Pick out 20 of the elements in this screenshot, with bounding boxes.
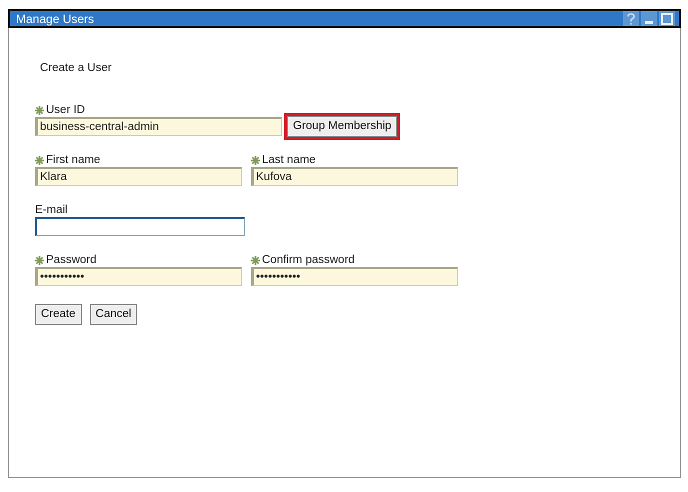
window-title: Manage Users <box>16 12 94 24</box>
cancel-button[interactable]: Cancel <box>90 304 138 326</box>
field-label: Password <box>46 252 96 268</box>
group-membership-button[interactable]: Group Membership <box>287 116 398 138</box>
input-field[interactable]: ••••••••••• <box>251 267 458 286</box>
input-field[interactable]: Klara <box>35 167 242 186</box>
input-field[interactable]: ••••••••••• <box>35 267 242 286</box>
field-label: E-mail <box>35 202 68 218</box>
input-field[interactable]: Kufova <box>251 167 458 186</box>
input-field[interactable]: business-central-admin <box>35 117 282 136</box>
help-icon[interactable] <box>623 11 639 26</box>
field-label: Last name <box>262 152 316 168</box>
maximize-icon[interactable] <box>659 11 675 26</box>
form-heading: Create a User <box>40 61 113 76</box>
field-label: First name <box>46 152 100 168</box>
field-label: Confirm password <box>262 252 355 268</box>
minimize-icon[interactable] <box>641 11 657 26</box>
input-field[interactable] <box>35 217 245 236</box>
field-label: User ID <box>46 102 85 118</box>
create-button[interactable]: Create <box>35 304 82 326</box>
